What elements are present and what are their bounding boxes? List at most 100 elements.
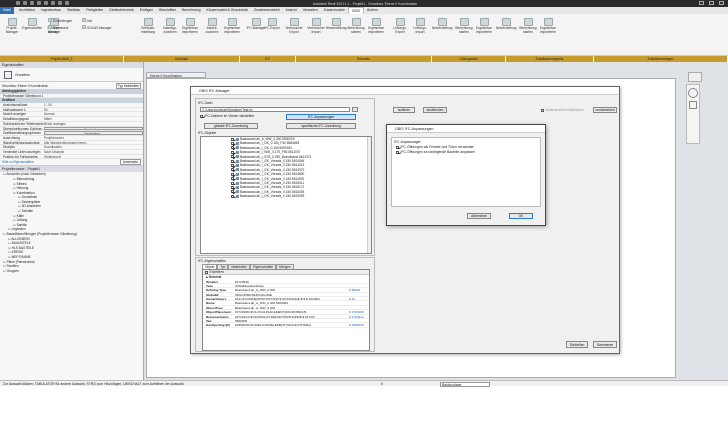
hide-button[interactable]: ausblenden [423, 107, 447, 113]
instance-selector[interactable]: Grundriss: Ebene 0 Koordination [2, 84, 48, 88]
checkbox-icon[interactable] [231, 177, 234, 181]
openings-as-windows-checkbox[interactable]: IFC-Öffnungen als Fenster und Türen verw… [396, 145, 474, 149]
ribbon-button-3[interactable]: Einstellungen [48, 18, 78, 24]
ribbon-button-7[interactable]: Gebäude-erstellung [138, 18, 158, 34]
ok-button[interactable]: OK [509, 213, 533, 219]
tab-7[interactable]: Beschriften [156, 7, 179, 14]
ifc-reference-link[interactable]: # 98220 [349, 288, 369, 291]
zoom-icon[interactable] [689, 101, 697, 109]
tab-9[interactable]: Körpermodell & Grundstück [203, 7, 251, 14]
adapt-openings-checkbox[interactable]: IFC-Öffnungen an umliegende Bauteile anp… [396, 150, 475, 154]
close-icon[interactable] [719, 1, 724, 5]
ifc-adjustments-button[interactable]: IFC-Anpassungen [286, 114, 356, 120]
tab-13[interactable]: Zusatzmodule [321, 7, 348, 14]
ribbon-button-11[interactable]: Ergebnisse importieren [222, 18, 242, 34]
ifc-reference-link[interactable] [349, 306, 369, 309]
tab-0[interactable]: Datei [0, 7, 14, 14]
ribbon-button-10[interactable]: Bauteil-zuordnen [202, 18, 222, 34]
isolate-button[interactable]: isolieren [393, 107, 415, 113]
properties-help-link[interactable]: Hilfe zu Eigenschaften [2, 160, 34, 164]
edit-type-button[interactable]: Typ bearbeiten [115, 82, 141, 89]
type-selector[interactable]: Grundriss [0, 68, 143, 82]
checkbox-icon[interactable] [231, 168, 234, 172]
checkbox-icon[interactable] [231, 185, 234, 189]
navigation-bar[interactable] [686, 84, 700, 144]
ribbon-button-1[interactable]: Eigenschaften [22, 18, 42, 31]
ifc-reference-link[interactable] [349, 301, 369, 304]
ifc-path-field[interactable]: C:\Users\michael\Desktop\Test.ifc [200, 107, 350, 112]
checkbox-icon[interactable] [231, 181, 234, 185]
ribbon-button-15[interactable]: Verbraucher Import [306, 18, 326, 34]
ribbon-button-0[interactable]: Projekt-Manager [2, 18, 22, 34]
ribbon-button-4[interactable]: Datenbank wählen [48, 25, 78, 34]
model-selector[interactable]: Basisvorlage [440, 381, 490, 387]
tab-11[interactable]: Ansicht [283, 7, 300, 14]
tab-6[interactable]: Einfügen [137, 7, 156, 14]
quick-access-toolbar[interactable] [16, 1, 86, 6]
checkbox-icon[interactable] [231, 142, 234, 146]
expand-checkbox[interactable] [205, 270, 208, 274]
ribbon-button-17[interactable]: Berechnung starten [346, 18, 366, 34]
checkbox-icon[interactable] [231, 146, 234, 150]
tab-8[interactable]: Berechnung [179, 7, 203, 14]
checkbox-icon[interactable] [231, 137, 234, 141]
browser-item[interactable]: ⊟ Gruppen [0, 269, 143, 274]
minimize-icon[interactable] [699, 1, 704, 5]
viewcube-icon[interactable] [688, 72, 702, 82]
tab-4[interactable]: Fertigteilen [83, 7, 106, 14]
ribbon-button-24[interactable]: Netzerstellung [496, 18, 516, 31]
checkbox-icon[interactable] [231, 155, 234, 159]
ifc-property-row[interactable]: HasOpenings[0] #2369018=IFCRELVOIDSELEMEN… [203, 323, 369, 328]
generate-button[interactable]: Generieren [593, 341, 617, 348]
ifc-reference-link[interactable]: # 1720314 [349, 315, 369, 318]
ifc-reference-link[interactable] [349, 280, 369, 283]
ribbon-button-8[interactable]: Datentyp-zuordnen [160, 18, 180, 34]
ribbon-button-21[interactable]: Netzerstellung [432, 18, 452, 31]
ribbon-button-20[interactable]: Lüftungs-Import [410, 18, 430, 34]
ifc-reference-link[interactable]: # 2369018 [349, 323, 369, 326]
show-in-viewer-checkbox[interactable]: IFC-Dateien im Viewer darstellen [200, 114, 254, 118]
tab-5[interactable]: Gebäudetechnik [106, 7, 137, 14]
maximize-icon[interactable] [709, 1, 714, 5]
keep-isolation-checkbox[interactable]: Isolieransicht beibehalten [541, 108, 584, 112]
checkbox-icon[interactable] [231, 150, 234, 154]
tab-15[interactable]: Ändern [364, 7, 381, 14]
ribbon-button-16[interactable]: Netzerstellung [326, 18, 346, 31]
checkbox-icon[interactable] [231, 164, 234, 167]
ifc-objects-list[interactable]: Basiswand.ab_A_WW_0.300.5500009 Basiswand… [200, 136, 372, 254]
tab-2[interactable]: Ingenieurbau [38, 7, 64, 14]
checkbox-icon[interactable] [231, 194, 234, 198]
ribbon-button-14[interactable]: Verbraucher Export [284, 18, 304, 34]
tab-12[interactable]: Verwalten [300, 7, 321, 14]
checkbox-icon[interactable] [231, 172, 234, 176]
tab-10[interactable]: Zusammenarbeit [251, 7, 282, 14]
cancel-button[interactable]: Abbrechen [467, 213, 491, 219]
ribbon-button-5[interactable]: Info [82, 18, 112, 24]
global-assignment-button[interactable]: globale IFC-Zuordnung [204, 123, 258, 129]
ifc-reference-link[interactable] [349, 319, 369, 322]
checkbox-icon[interactable] [231, 159, 234, 163]
apply-button[interactable]: Anwenden [119, 159, 141, 166]
ribbon-button-22[interactable]: Berechnung starten [454, 18, 474, 34]
ribbon-button-19[interactable]: Lüftungs-Export [390, 18, 410, 34]
ifc-object-item[interactable]: Basiswand.ab_I_GK_Vorsatz_0.150.5615393 [201, 194, 371, 198]
ifc-reference-link[interactable]: # 1720296 [349, 310, 369, 313]
tab-3[interactable]: Stahlbau [64, 7, 83, 14]
ribbon-button-9[interactable]: Ergebnisse importieren [180, 18, 200, 34]
objects-scrollbar[interactable] [367, 137, 371, 253]
ribbon-button-25[interactable]: Berechnung starten [518, 18, 538, 34]
tab-1[interactable]: Architektur [16, 7, 38, 14]
ribbon-button-18[interactable]: Ergebnisse importieren [366, 18, 386, 34]
ribbon-button-13[interactable]: IFC Export [262, 18, 282, 31]
browse-button[interactable] [352, 107, 358, 112]
ribbon-button-26[interactable]: Ergebnisse importieren [538, 18, 558, 34]
ribbon-button-23[interactable]: Ergebnisse importieren [474, 18, 494, 34]
specific-assignment-button[interactable]: spezifische IFC-Zuordnung [286, 123, 356, 129]
checkbox-icon[interactable] [231, 190, 234, 194]
close-button[interactable]: Schließen [566, 341, 588, 348]
ifc-reference-link[interactable] [349, 293, 369, 296]
ifc-reference-link[interactable] [349, 284, 369, 287]
ribbon-button-6[interactable]: SOLAR-Manager [82, 25, 112, 31]
ifc-reference-link[interactable]: # 41 [349, 297, 369, 300]
window-controls[interactable] [699, 1, 724, 5]
